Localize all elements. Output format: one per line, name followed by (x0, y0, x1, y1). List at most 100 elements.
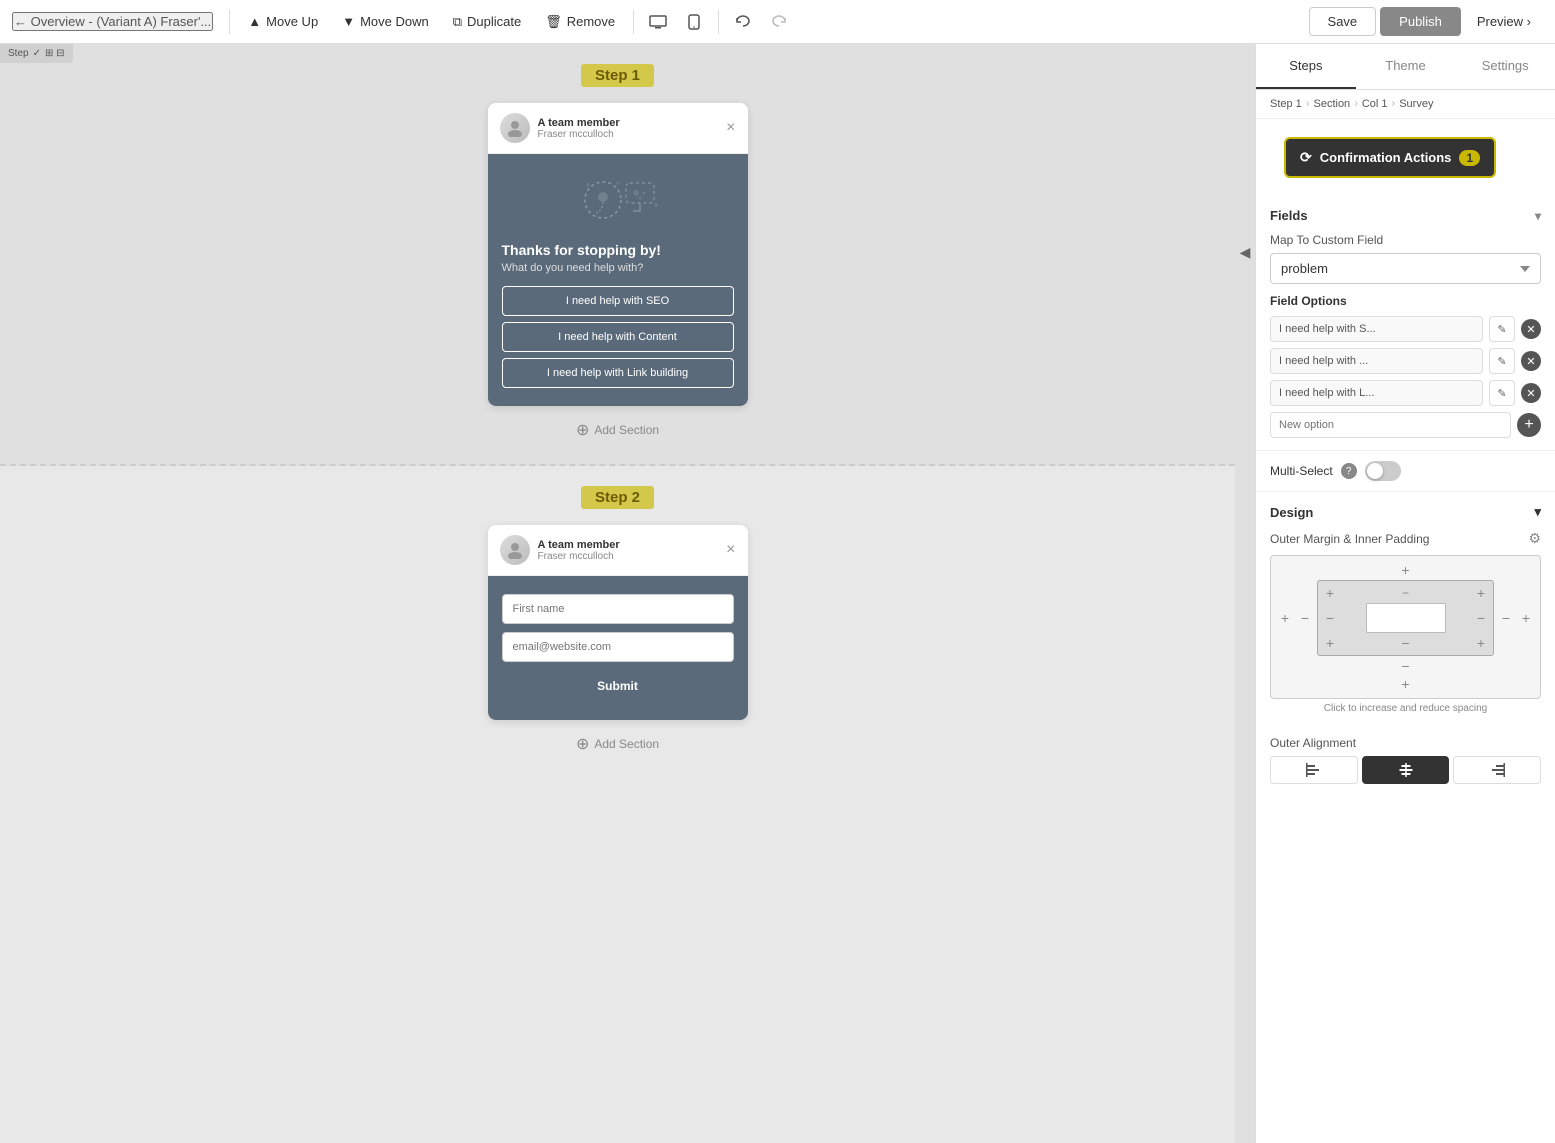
align-right-button[interactable] (1453, 756, 1541, 784)
outer-alignment-label: Outer Alignment (1270, 736, 1541, 750)
breadcrumb-step1[interactable]: Step 1 (1270, 98, 1302, 110)
remove-button[interactable]: 🗑 Remove (535, 9, 625, 35)
field-option-remove-3[interactable]: ✕ (1521, 383, 1541, 403)
breadcrumb-survey[interactable]: Survey (1399, 98, 1433, 110)
field-option-row-1: ✎ ✕ (1270, 316, 1541, 342)
step2-add-section[interactable]: ⊕ Add Section (0, 720, 1235, 768)
multiselect-help-icon[interactable]: ? (1341, 463, 1357, 479)
align-left-button[interactable] (1270, 756, 1358, 784)
padding-bl-plus[interactable]: + (1322, 635, 1338, 651)
submit-button[interactable]: Submit (502, 670, 734, 702)
save-button[interactable]: Save (1309, 7, 1377, 36)
fields-section-header[interactable]: Fields ▾ (1270, 208, 1541, 223)
step2-member-title: A team member (538, 539, 620, 551)
mobile-view-button[interactable] (678, 6, 710, 38)
step2-label: Step 2 (581, 486, 654, 509)
step1-avatar (500, 113, 530, 143)
canvas: Step ✓ ⊞ ⊟ Step 1 A team me (0, 44, 1235, 1143)
step2-card-close[interactable]: × (726, 541, 735, 559)
field-option-remove-2[interactable]: ✕ (1521, 351, 1541, 371)
redo-button[interactable] (763, 6, 795, 38)
design-label: Design (1270, 505, 1313, 520)
step1-illustration (502, 172, 734, 232)
step1-add-section[interactable]: ⊕ Add Section (0, 406, 1235, 454)
divider-3 (718, 10, 719, 34)
panel-tabs: Steps Theme Settings (1256, 44, 1555, 90)
move-down-button[interactable]: ▼ Move Down (332, 9, 439, 34)
duplicate-button[interactable]: ⧉ Duplicate (443, 9, 532, 35)
step1-area: Step ✓ ⊞ ⊟ Step 1 A team me (0, 44, 1235, 466)
breadcrumb-col1[interactable]: Col 1 (1362, 98, 1388, 110)
publish-button[interactable]: Publish (1380, 7, 1461, 36)
multiselect-label: Multi-Select (1270, 464, 1333, 478)
new-option-add-button[interactable]: + (1517, 413, 1541, 437)
margin-right-minus[interactable]: − (1498, 610, 1514, 626)
step1-card-subtitle: What do you need help with? (502, 262, 734, 274)
breadcrumb-section[interactable]: Section (1313, 98, 1350, 110)
desktop-view-button[interactable] (642, 6, 674, 38)
step1-bar: Step ✓ ⊞ ⊟ (0, 44, 73, 63)
fields-label: Fields (1270, 208, 1308, 223)
field-option-edit-2[interactable]: ✎ (1489, 348, 1515, 374)
step2-card: A team member Fraser mcculloch × Submit (488, 525, 748, 720)
conf-actions-icon: ⟳ (1300, 149, 1312, 166)
main-layout: Step ✓ ⊞ ⊟ Step 1 A team me (0, 44, 1555, 1143)
move-up-icon: ▲ (248, 14, 261, 29)
breadcrumb: Step 1 › Section › Col 1 › Survey (1256, 90, 1555, 119)
step1-bar-check: ✓ (33, 48, 41, 59)
align-center-button[interactable] (1362, 756, 1450, 784)
tab-theme[interactable]: Theme (1356, 44, 1456, 89)
panel-toggle-button[interactable]: ◀ (1240, 244, 1251, 261)
email-field[interactable] (502, 632, 734, 662)
padding-left-minus[interactable]: − (1322, 610, 1338, 626)
gear-icon[interactable]: ⚙ (1528, 530, 1541, 547)
margin-right-plus[interactable]: + (1518, 610, 1534, 626)
choice-btn-2[interactable]: I need help with Content (502, 322, 734, 352)
field-option-input-3[interactable] (1270, 380, 1483, 406)
confirmation-actions-button[interactable]: ⟳ Confirmation Actions 1 (1284, 137, 1496, 178)
choice-btn-1[interactable]: I need help with SEO (502, 286, 734, 316)
move-down-icon: ▼ (342, 14, 355, 29)
tab-settings[interactable]: Settings (1455, 44, 1555, 89)
undo-button[interactable] (727, 6, 759, 38)
field-option-input-2[interactable] (1270, 348, 1483, 374)
margin-top-plus[interactable]: + (1398, 562, 1414, 578)
tab-steps[interactable]: Steps (1256, 44, 1356, 89)
map-custom-field-select[interactable]: problem topic interest category (1270, 253, 1541, 284)
step1-card-title: Thanks for stopping by! (502, 242, 734, 258)
step2-avatar (500, 535, 530, 565)
multiselect-row: Multi-Select ? (1256, 451, 1555, 492)
choice-btn-3[interactable]: I need help with Link building (502, 358, 734, 388)
padding-top-minus[interactable]: − (1398, 585, 1414, 601)
margin-left-plus[interactable]: + (1277, 610, 1293, 626)
fields-section: Fields ▾ Map To Custom Field problem top… (1256, 196, 1555, 451)
design-section: Design ▾ Outer Margin & Inner Padding ⚙ … (1256, 492, 1555, 726)
field-option-edit-3[interactable]: ✎ (1489, 380, 1515, 406)
back-button[interactable]: ← Overview - (Variant A) Fraser'... (12, 12, 213, 31)
margin-left-minus[interactable]: − (1297, 610, 1313, 626)
divider-2 (633, 10, 634, 34)
toolbar: ← Overview - (Variant A) Fraser'... ▲ Mo… (0, 0, 1555, 44)
padding-right-plus[interactable]: + (1473, 585, 1489, 601)
design-section-header[interactable]: Design ▾ (1270, 504, 1541, 520)
first-name-field[interactable] (502, 594, 734, 624)
padding-br-plus[interactable]: + (1473, 635, 1489, 651)
padding-right-minus[interactable]: − (1473, 610, 1489, 626)
margin-padding-sublabel: Outer Margin & Inner Padding ⚙ (1270, 530, 1541, 547)
new-option-input[interactable] (1270, 412, 1511, 438)
field-option-remove-1[interactable]: ✕ (1521, 319, 1541, 339)
step1-member-name: Fraser mcculloch (538, 129, 620, 140)
fields-chevron: ▾ (1535, 209, 1541, 223)
preview-button[interactable]: Preview › (1465, 8, 1543, 35)
padding-bottom-minus[interactable]: − (1398, 635, 1414, 651)
field-option-input-1[interactable] (1270, 316, 1483, 342)
field-option-edit-1[interactable]: ✎ (1489, 316, 1515, 342)
padding-inner-left-plus[interactable]: + (1322, 585, 1338, 601)
step2-card-body: Submit (488, 576, 748, 720)
step2-area: Step 2 A team member Fraser mcculloch (0, 466, 1235, 778)
move-up-button[interactable]: ▲ Move Up (238, 9, 328, 34)
margin-bottom-minus[interactable]: − (1398, 658, 1414, 674)
step1-card-close[interactable]: × (726, 119, 735, 137)
margin-bottom-plus[interactable]: + (1398, 676, 1414, 692)
multiselect-toggle[interactable] (1365, 461, 1401, 481)
